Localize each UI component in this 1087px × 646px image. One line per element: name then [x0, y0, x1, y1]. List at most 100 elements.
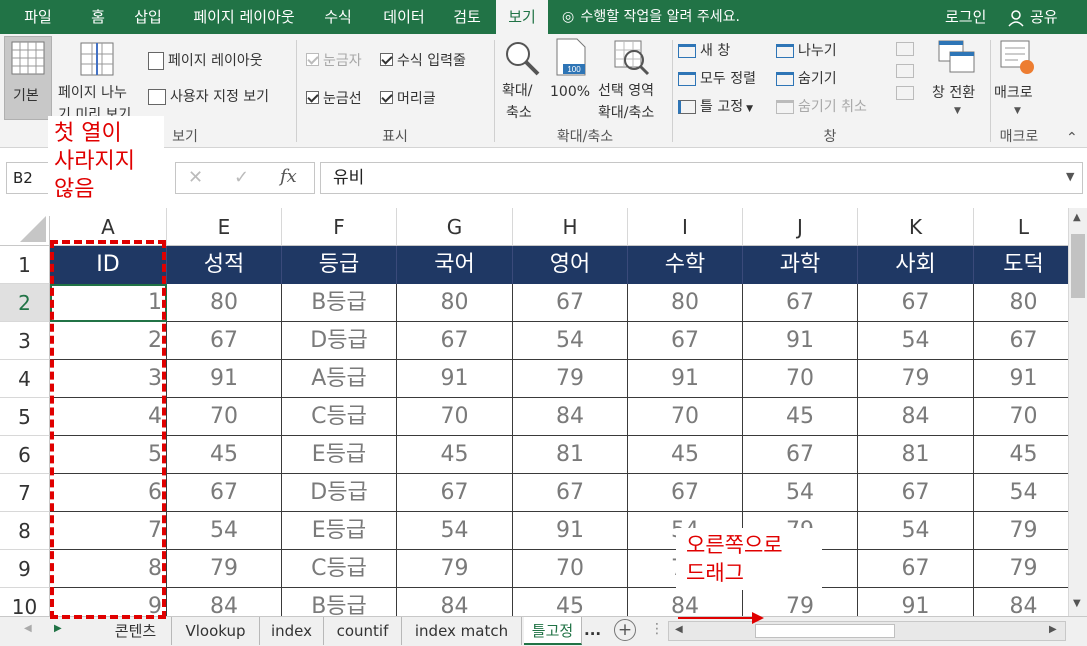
table-cell[interactable]: 79 [974, 512, 1068, 550]
table-cell[interactable]: D등급 [282, 322, 397, 360]
table-cell[interactable]: 67 [628, 474, 743, 512]
header-cell[interactable]: 등급 [282, 246, 397, 284]
page-layout-view-button[interactable]: 페이지 레이아웃 [148, 50, 263, 70]
row-header-6[interactable]: 6 [0, 436, 50, 474]
scroll-down-icon[interactable]: ▼ [1073, 598, 1081, 609]
arrange-all-button[interactable]: 모두 정렬 [678, 68, 756, 88]
select-all-corner[interactable] [0, 208, 50, 246]
table-cell[interactable]: 91 [628, 360, 743, 398]
column-header-i[interactable]: I [628, 208, 743, 246]
vertical-scroll-thumb[interactable] [1071, 234, 1085, 298]
table-cell[interactable]: 4 [50, 398, 167, 436]
vertical-scrollbar[interactable]: ▲ ▼ [1068, 208, 1087, 616]
header-cell[interactable]: 과학 [743, 246, 858, 284]
table-cell[interactable]: 67 [397, 322, 513, 360]
header-cell[interactable]: 사회 [858, 246, 974, 284]
scroll-up-icon[interactable]: ▲ [1073, 212, 1081, 223]
splitter-handle-icon[interactable]: ⋮ [650, 621, 664, 637]
row-header-1[interactable]: 1 [0, 246, 50, 284]
table-cell[interactable]: C등급 [282, 550, 397, 588]
table-cell[interactable]: 67 [858, 550, 974, 588]
table-cell[interactable]: 79 [167, 550, 282, 588]
formula-bar-checkbox[interactable]: 수식 입력줄 [380, 50, 466, 70]
table-cell[interactable]: 84 [974, 588, 1068, 616]
freeze-panes-button[interactable]: 틀 고정 ▼ [678, 96, 753, 116]
table-cell[interactable]: 67 [397, 474, 513, 512]
new-window-button[interactable]: 새 창 [678, 40, 730, 60]
table-cell[interactable]: 79 [974, 550, 1068, 588]
table-cell[interactable]: 45 [974, 436, 1068, 474]
table-cell[interactable]: 84 [513, 398, 628, 436]
table-cell[interactable]: 45 [513, 588, 628, 616]
tab-data[interactable]: 데이터 [374, 0, 434, 34]
table-cell[interactable]: 91 [974, 360, 1068, 398]
table-cell[interactable]: 54 [858, 322, 974, 360]
table-cell[interactable]: 70 [397, 398, 513, 436]
prev-sheet-icon[interactable]: ◀ [24, 623, 32, 634]
table-cell[interactable]: E등급 [282, 512, 397, 550]
table-cell[interactable]: 5 [50, 436, 167, 474]
table-cell[interactable]: 84 [167, 588, 282, 616]
table-cell[interactable]: 7 [50, 512, 167, 550]
column-header-j[interactable]: J [743, 208, 858, 246]
table-cell[interactable]: 45 [743, 398, 858, 436]
scroll-right-icon[interactable]: ▶ [1049, 624, 1057, 635]
sign-in-link[interactable]: 로그인 [945, 0, 986, 34]
zoom-button[interactable]: 확대/ 축소 [498, 36, 546, 124]
table-cell[interactable]: 80 [628, 284, 743, 322]
table-cell[interactable]: 67 [513, 284, 628, 322]
table-cell[interactable]: 54 [974, 474, 1068, 512]
collapse-ribbon-icon[interactable]: ⌃ [1066, 130, 1078, 146]
table-cell[interactable]: 91 [167, 360, 282, 398]
column-header-g[interactable]: G [397, 208, 513, 246]
table-cell[interactable]: 80 [167, 284, 282, 322]
table-cell[interactable]: C등급 [282, 398, 397, 436]
headings-checkbox[interactable]: 머리글 [380, 88, 436, 108]
table-cell[interactable]: 91 [743, 322, 858, 360]
table-cell[interactable]: 67 [167, 474, 282, 512]
table-cell[interactable]: 70 [167, 398, 282, 436]
table-cell[interactable]: 1 [50, 284, 167, 322]
table-cell[interactable]: 91 [397, 360, 513, 398]
custom-views-button[interactable]: 사용자 지정 보기 [148, 86, 269, 106]
table-cell[interactable]: 70 [974, 398, 1068, 436]
insert-function-icon[interactable]: fx [280, 166, 297, 187]
macros-button[interactable]: 매크로 ▼ [994, 36, 1044, 124]
row-header-9[interactable]: 9 [0, 550, 50, 588]
table-cell[interactable]: 84 [397, 588, 513, 616]
table-cell[interactable]: 91 [513, 512, 628, 550]
table-cell[interactable]: 54 [513, 322, 628, 360]
table-cell[interactable]: 67 [858, 284, 974, 322]
row-header-10[interactable]: 10 [0, 588, 50, 616]
column-header-f[interactable]: F [282, 208, 397, 246]
enter-icon[interactable]: ✓ [234, 167, 249, 188]
table-cell[interactable]: 67 [628, 322, 743, 360]
column-header-h[interactable]: H [513, 208, 628, 246]
table-cell[interactable]: 54 [858, 512, 974, 550]
row-header-4[interactable]: 4 [0, 360, 50, 398]
tab-review[interactable]: 검토 [444, 0, 490, 34]
table-cell[interactable]: 79 [513, 360, 628, 398]
table-cell[interactable]: 45 [167, 436, 282, 474]
header-cell[interactable]: 국어 [397, 246, 513, 284]
table-cell[interactable]: 54 [397, 512, 513, 550]
header-cell[interactable]: 영어 [513, 246, 628, 284]
tab-insert[interactable]: 삽입 [126, 0, 170, 34]
table-cell[interactable]: E등급 [282, 436, 397, 474]
table-cell[interactable]: 9 [50, 588, 167, 616]
sheet-tab-contents[interactable]: 콘텐츠 [100, 617, 172, 645]
more-sheets-button[interactable]: ... [584, 621, 601, 639]
zoom-100-button[interactable]: 100 100% [550, 36, 592, 124]
table-cell[interactable]: D등급 [282, 474, 397, 512]
table-cell[interactable]: B등급 [282, 588, 397, 616]
zoom-to-selection-button[interactable]: 선택 영역 확대/축소 [596, 36, 666, 124]
horizontal-scroll-thumb[interactable] [755, 624, 895, 638]
table-cell[interactable]: B등급 [282, 284, 397, 322]
row-header-3[interactable]: 3 [0, 322, 50, 360]
next-sheet-icon[interactable]: ▶ [54, 623, 62, 634]
tell-me-box[interactable]: ◎ 수행할 작업을 알려 주세요. [562, 0, 740, 34]
table-cell[interactable]: 80 [397, 284, 513, 322]
table-cell[interactable]: 8 [50, 550, 167, 588]
expand-formula-icon[interactable]: ▼ [1066, 170, 1074, 183]
switch-windows-button[interactable]: 창 전환 ▼ [928, 36, 988, 124]
